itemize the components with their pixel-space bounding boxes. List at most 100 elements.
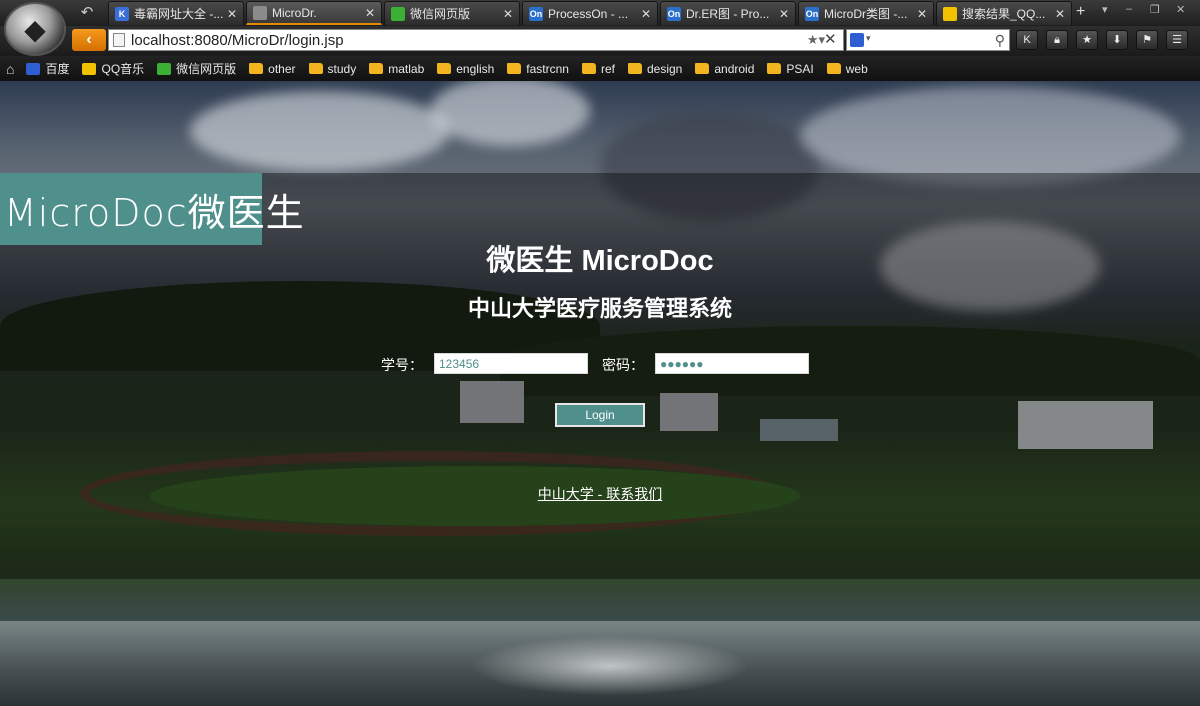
home-icon[interactable]: ⌂	[6, 61, 14, 77]
folder-icon	[437, 63, 452, 74]
page-title: 微医生 MicroDoc	[486, 245, 714, 277]
cloud	[430, 81, 590, 146]
bookmark-label: android	[714, 61, 755, 76]
page-icon	[253, 5, 267, 20]
bookmark-psai[interactable]: PSAI	[767, 61, 814, 76]
bookmark-other[interactable]: other	[249, 61, 296, 76]
tab-title: 毒霸网址大全 -...	[134, 7, 223, 21]
tab-bar: ↶ K 毒霸网址大全 -... ✕ MicroDr. ✕ 微信网页版 ✕ On ProcessO…	[0, 0, 1200, 26]
tab-title: MicroDr.	[272, 5, 317, 20]
browser-logo-icon[interactable]: ◆	[4, 2, 66, 56]
tab-7[interactable]: 搜索结果_QQ... ✕	[936, 1, 1072, 25]
bookmarks-bar: ⌂ 百度 QQ音乐 微信网页版 other study matlab english fast…	[0, 56, 1200, 81]
processon-icon: On	[805, 6, 819, 21]
login-page: MicroDoc微医生 微医生 MicroDoc 中山大学医疗服务管理系统 学号…	[0, 81, 1200, 706]
water-reflection	[470, 636, 750, 696]
lock-icon[interactable]: 🔒︎	[1046, 30, 1068, 50]
bookmark-android[interactable]: android	[695, 62, 754, 76]
student-id-input[interactable]	[434, 353, 588, 374]
folder-icon	[826, 63, 841, 74]
bookmark-百度[interactable]: 百度	[26, 60, 69, 77]
processon-icon: On	[529, 6, 543, 21]
close-tab-icon[interactable]: ✕	[1055, 7, 1065, 21]
bookmark-label: 百度	[45, 62, 70, 76]
close-tab-icon[interactable]: ✕	[227, 7, 237, 21]
favorites-icon[interactable]: ★	[1076, 30, 1098, 50]
login-button[interactable]: Login	[555, 403, 645, 427]
address-url[interactable]: localhost:8080/MicroDr/login.jsp	[131, 32, 807, 49]
download-icon[interactable]: ⬇	[1106, 30, 1128, 50]
wechat-icon	[391, 6, 405, 21]
tab-title: ProcessOn - ...	[548, 6, 629, 21]
address-bar[interactable]: localhost:8080/MicroDr/login.jsp ★▾	[108, 29, 844, 51]
close-tab-icon[interactable]: ✕	[365, 6, 375, 20]
back-button[interactable]: ‹	[72, 29, 106, 51]
new-tab-button[interactable]: +	[1076, 3, 1085, 21]
bookmark-fastrcnn[interactable]: fastrcnn	[507, 62, 569, 76]
folder-icon	[507, 63, 522, 74]
folder-icon	[767, 63, 782, 74]
bookmark-star-icon[interactable]: ★▾	[807, 32, 825, 48]
bookmark-study[interactable]: study	[308, 61, 357, 76]
bookmark-design[interactable]: design	[627, 61, 683, 76]
student-id-label: 学号：	[381, 357, 423, 373]
tab-1[interactable]: K 毒霸网址大全 -... ✕	[108, 1, 244, 25]
tab-title: 微信网页版	[410, 7, 471, 21]
more-menu-icon[interactable]: ☰	[1166, 30, 1188, 50]
tab-2[interactable]: MicroDr. ✕	[246, 1, 382, 25]
game-icon[interactable]: ⚑	[1136, 30, 1158, 50]
tab-6[interactable]: On MicroDr类图 -... ✕	[798, 1, 934, 25]
bookmark-label: other	[268, 61, 296, 76]
page-subtitle: 中山大学医疗服务管理系统	[467, 296, 732, 321]
tab-5[interactable]: On Dr.ER图 - Pro... ✕	[660, 1, 796, 25]
bookmark-english[interactable]: english	[437, 62, 494, 76]
site-icon	[157, 62, 172, 75]
close-tab-icon[interactable]: ✕	[641, 7, 651, 21]
bookmark-label: study	[327, 61, 357, 76]
kingsoft-toolbar-icon[interactable]: K	[1016, 30, 1038, 50]
tab-title: MicroDr类图 -...	[824, 7, 908, 21]
bookmark-label: PSAI	[786, 61, 814, 76]
close-window-button[interactable]: ✕	[1176, 3, 1185, 16]
menu-icon[interactable]: ▾	[1102, 3, 1108, 16]
bookmark-web[interactable]: web	[826, 62, 868, 76]
cloud	[190, 91, 450, 171]
search-box[interactable]: ▾ ⚲	[846, 29, 1010, 51]
bookmark-label: matlab	[388, 61, 425, 76]
restore-button[interactable]: ❐	[1150, 3, 1160, 16]
close-tab-icon[interactable]: ✕	[779, 7, 789, 21]
undo-close-tab-icon[interactable]: ↶	[76, 3, 98, 23]
address-toolbar: ‹ localhost:8080/MicroDr/login.jsp ★▾ ✕ …	[0, 26, 1200, 56]
site-icon	[82, 62, 97, 75]
tab-title: 搜索结果_QQ...	[962, 7, 1046, 21]
folder-icon	[369, 63, 384, 74]
brand-logo: MicroDoc微医生	[0, 173, 304, 245]
bookmark-label: design	[646, 61, 683, 76]
bookmark-ref[interactable]: ref	[581, 61, 615, 76]
password-label: 密码：	[602, 357, 644, 373]
folder-icon	[627, 63, 642, 74]
bookmark-label: 微信网页版	[176, 62, 237, 76]
tab-4[interactable]: On ProcessOn - ... ✕	[522, 1, 658, 25]
close-tab-icon[interactable]: ✕	[917, 7, 927, 21]
search-icon[interactable]: ⚲	[995, 32, 1005, 49]
bookmark-微信网页版[interactable]: 微信网页版	[157, 60, 236, 77]
bookmark-label: QQ音乐	[101, 62, 145, 76]
minimize-button[interactable]: –	[1126, 3, 1132, 15]
tab-3[interactable]: 微信网页版 ✕	[384, 1, 520, 25]
folder-icon	[581, 63, 596, 74]
stop-icon[interactable]: ✕	[824, 30, 837, 48]
folder-icon	[308, 63, 323, 74]
folder-icon	[695, 63, 710, 74]
bookmark-qq音乐[interactable]: QQ音乐	[82, 60, 144, 77]
password-input[interactable]	[655, 353, 809, 374]
processon-icon: On	[667, 6, 681, 21]
cloud	[800, 86, 1180, 186]
contact-link[interactable]: 中山大学 - 联系我们	[0, 484, 1200, 504]
bookmark-label: ref	[600, 61, 615, 76]
bookmark-matlab[interactable]: matlab	[369, 62, 424, 76]
search-engine-icon[interactable]	[850, 33, 864, 47]
close-tab-icon[interactable]: ✕	[503, 7, 513, 21]
chevron-down-icon[interactable]: ▾	[866, 33, 871, 44]
bookmark-label: english	[456, 61, 495, 76]
